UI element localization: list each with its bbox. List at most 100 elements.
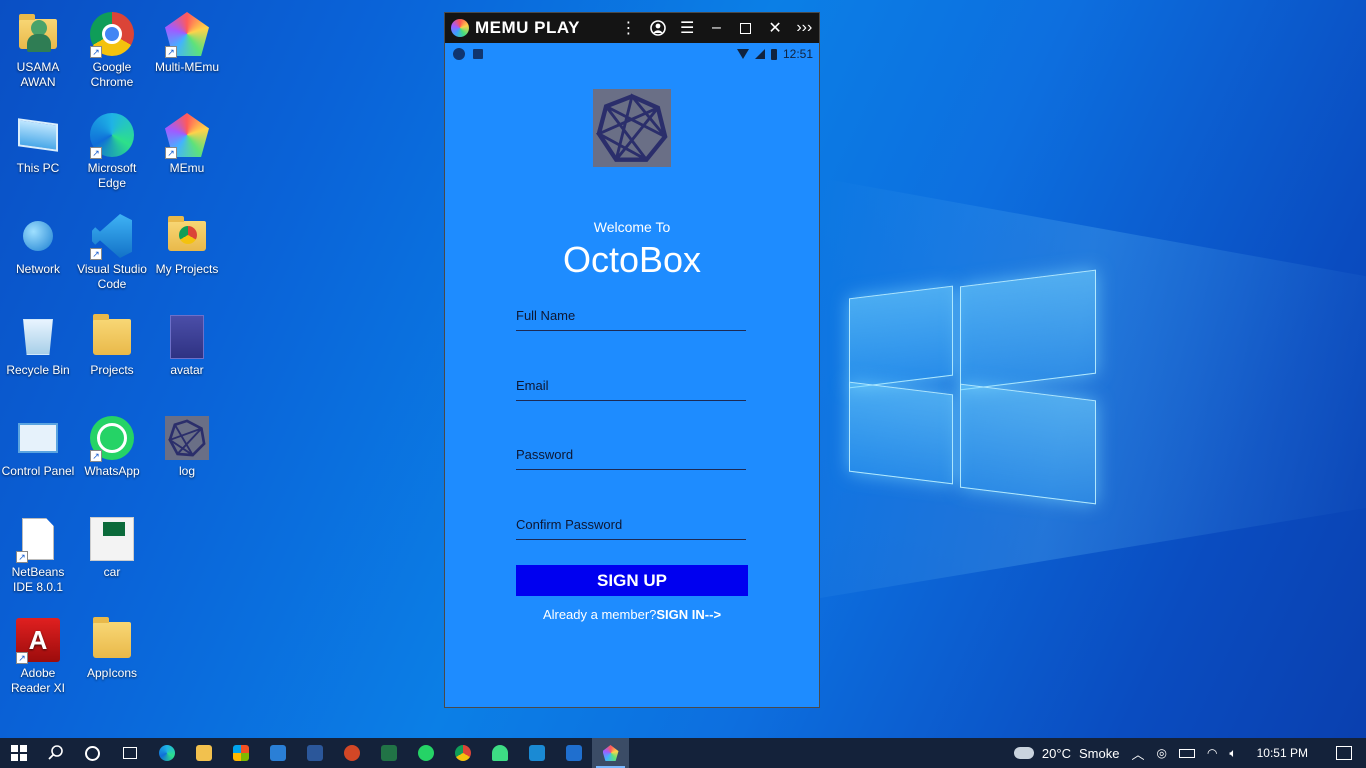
meet-now-icon[interactable]: ◎ xyxy=(1150,738,1172,768)
already-member-text: Already a member? xyxy=(542,607,657,622)
memu-icon: ↗ xyxy=(163,111,211,159)
folder-icon xyxy=(88,616,136,664)
search-icon[interactable] xyxy=(37,738,74,768)
desktop-icon-car[interactable]: car xyxy=(74,515,150,580)
taskbar-memu-icon[interactable] xyxy=(592,738,629,768)
menu-icon[interactable]: ☰ xyxy=(672,13,701,43)
desktop-icon-control-panel[interactable]: Control Panel xyxy=(0,414,76,479)
desktop-icon-label: car xyxy=(103,565,121,579)
show-hidden-icons-chevron-icon[interactable]: ︿ xyxy=(1125,738,1150,768)
signal-icon xyxy=(754,49,765,59)
desktop-icon-vscode[interactable]: ↗ Visual Studio Code xyxy=(74,212,150,292)
taskbar-store-icon[interactable] xyxy=(222,738,259,768)
taskbar-word-icon[interactable] xyxy=(296,738,333,768)
status-time: 12:51 xyxy=(782,47,813,61)
desktop-icon-label: NetBeans IDE 8.0.1 xyxy=(11,565,65,594)
maximize-icon[interactable] xyxy=(731,13,760,43)
expand-sidebar-icon[interactable]: ››› xyxy=(790,13,819,43)
memu-brand-label: MEMU PLAY xyxy=(475,18,580,37)
desktop-icon-multi-memu[interactable]: ↗ Multi-MEmu xyxy=(149,10,225,75)
taskbar-file-explorer-icon[interactable] xyxy=(185,738,222,768)
image-thumbnail-icon xyxy=(163,313,211,361)
multi-memu-icon: ↗ xyxy=(163,10,211,58)
desktop-icon-label: AppIcons xyxy=(86,666,138,680)
password-field[interactable] xyxy=(516,440,746,470)
desktop-icon-netbeans[interactable]: ↗ NetBeans IDE 8.0.1 xyxy=(0,515,76,595)
desktop-icon-avatar[interactable]: avatar xyxy=(149,313,225,378)
cortana-icon[interactable] xyxy=(74,738,111,768)
desktop-icon-my-projects[interactable]: My Projects xyxy=(149,212,225,277)
desktop-icon-adobe-reader[interactable]: A ↗ Adobe Reader XI xyxy=(0,616,76,696)
taskbar-vscode-icon[interactable] xyxy=(518,738,555,768)
notification-a-icon xyxy=(453,48,465,60)
close-icon[interactable]: ✕ xyxy=(760,13,789,43)
wifi-icon xyxy=(736,49,749,59)
octobox-logo-icon xyxy=(593,89,671,167)
start-button[interactable] xyxy=(0,738,37,768)
memu-brand: MEMU PLAY xyxy=(445,18,614,38)
taskbar-whatsapp-icon[interactable] xyxy=(407,738,444,768)
desktop-icon-usama-awan[interactable]: USAMA AWAN xyxy=(0,10,76,90)
taskbar-excel-icon[interactable] xyxy=(370,738,407,768)
clock[interactable]: 10:51 PM xyxy=(1243,738,1322,768)
volume-icon[interactable]: 🔈︎ xyxy=(1223,738,1242,768)
minimize-icon[interactable]: – xyxy=(702,13,731,43)
android-status-bar: 12:51 xyxy=(445,43,819,65)
task-view-icon[interactable] xyxy=(111,738,148,768)
weather-temperature: 20°C xyxy=(1041,745,1071,761)
octobox-logo-icon xyxy=(163,414,211,462)
taskbar-mail-icon[interactable] xyxy=(259,738,296,768)
more-options-icon[interactable]: ⋮ xyxy=(614,13,643,43)
desktop-icon-label: MEmu xyxy=(169,161,205,175)
desktop-icon-this-pc[interactable]: This PC xyxy=(0,111,76,176)
memu-titlebar[interactable]: MEMU PLAY ⋮ ☰ – ✕ ››› xyxy=(445,13,819,43)
file-icon: ↗ xyxy=(14,515,62,563)
octobox-signup-screen: Welcome To OctoBox SIGN UP Already a mem… xyxy=(445,65,819,707)
folder-icon xyxy=(88,313,136,361)
desktop-icon-microsoft-edge[interactable]: ↗ Microsoft Edge xyxy=(74,111,150,191)
windows-start-icon xyxy=(10,745,27,761)
taskbar-photos-icon[interactable] xyxy=(555,738,592,768)
confirm-password-field[interactable] xyxy=(516,510,746,540)
sign-in-link[interactable]: SIGN IN--> xyxy=(656,607,721,622)
email-input[interactable] xyxy=(516,371,746,400)
desktop-icon-google-chrome[interactable]: ↗ Google Chrome xyxy=(74,10,150,90)
system-tray: 20°C Smoke ︿ ◎ ◠ 🔈︎ 10:51 PM xyxy=(1008,738,1366,768)
desktop-icon-recycle-bin[interactable]: Recycle Bin xyxy=(0,313,76,378)
welcome-text: Welcome To xyxy=(593,219,671,235)
taskbar-edge-icon[interactable] xyxy=(148,738,185,768)
password-input[interactable] xyxy=(516,440,746,469)
desktop-icon-label: Recycle Bin xyxy=(6,363,70,377)
desktop-icon-appicons[interactable]: AppIcons xyxy=(74,616,150,681)
app-title: OctoBox xyxy=(562,239,702,280)
wifi-tray-icon[interactable]: ◠ xyxy=(1201,738,1223,768)
taskbar-chrome-icon[interactable] xyxy=(444,738,481,768)
desktop-icon-log[interactable]: log xyxy=(149,414,225,479)
desktop-icon-label: Adobe Reader XI xyxy=(10,666,66,695)
account-icon[interactable] xyxy=(643,13,672,43)
desktop-icon-memu[interactable]: ↗ MEmu xyxy=(149,111,225,176)
sign-in-prompt: Already a member?SIGN IN--> xyxy=(445,607,819,622)
weather-widget[interactable]: 20°C Smoke xyxy=(1008,738,1126,768)
desktop-icon-label: My Projects xyxy=(155,262,219,276)
full-name-input[interactable] xyxy=(516,301,746,330)
desktop-icon-label: log xyxy=(178,464,195,478)
desktop-icon-label: This PC xyxy=(16,161,60,175)
sign-up-button[interactable]: SIGN UP xyxy=(516,565,748,596)
desktop-icon-network[interactable]: Network xyxy=(0,212,76,277)
email-field[interactable] xyxy=(516,371,746,401)
desktop-icon-whatsapp[interactable]: ↗ WhatsApp xyxy=(74,414,150,479)
vscode-icon: ↗ xyxy=(88,212,136,260)
desktop-icon-projects[interactable]: Projects xyxy=(74,313,150,378)
full-name-field[interactable] xyxy=(516,301,746,331)
edge-icon: ↗ xyxy=(88,111,136,159)
notification-center-icon[interactable] xyxy=(1322,738,1366,768)
weather-condition: Smoke xyxy=(1078,745,1120,761)
taskbar-powerpoint-icon[interactable] xyxy=(333,738,370,768)
taskbar-android-studio-icon[interactable] xyxy=(481,738,518,768)
acrobat-icon: A ↗ xyxy=(14,616,62,664)
weather-cloud-icon xyxy=(1013,747,1034,759)
battery-tray-icon[interactable] xyxy=(1173,738,1201,768)
confirm-password-input[interactable] xyxy=(516,510,746,539)
desktop-icon-label: Control Panel xyxy=(1,464,75,478)
